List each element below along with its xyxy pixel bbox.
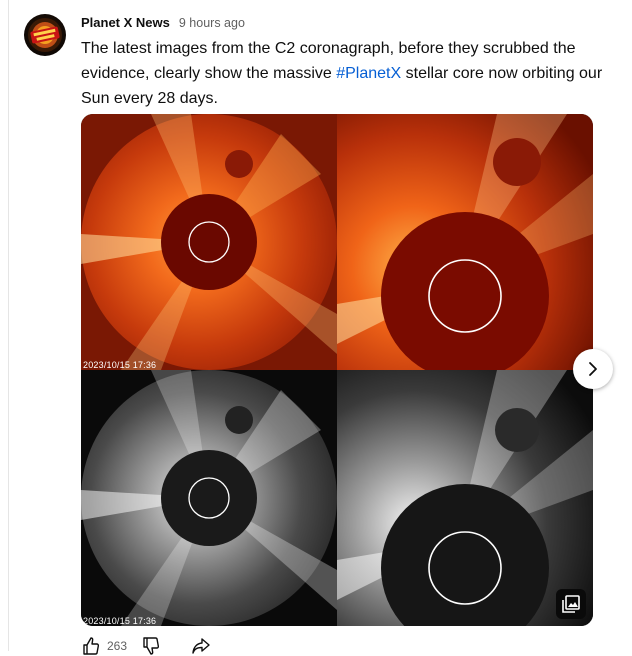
gallery-button[interactable] <box>556 589 586 619</box>
dislike-button[interactable] <box>141 636 161 656</box>
dislike-icon <box>143 637 160 655</box>
coronagraph-image-red-wide: 2023/10/15 17:36 <box>81 114 337 370</box>
like-button[interactable]: 263 <box>81 636 127 656</box>
chevron-right-icon <box>589 362 597 376</box>
post-timestamp[interactable]: 9 hours ago <box>179 16 245 30</box>
coronagraph-image-gray-wide: 2023/10/15 17:36 <box>81 370 337 626</box>
feed-divider <box>8 0 9 651</box>
post-header: Planet X News 9 hours ago <box>81 15 245 30</box>
image-timestamp: 2023/10/15 17:36 <box>83 616 157 626</box>
hashtag-link[interactable]: #PlanetX <box>336 65 401 82</box>
channel-avatar[interactable] <box>24 14 66 56</box>
post-body: The latest images from the C2 coronagrap… <box>81 36 621 111</box>
next-image-button[interactable] <box>573 349 613 389</box>
image-grid[interactable]: 2023/10/15 17:36 2023/10/15 17:36 <box>81 114 593 626</box>
gallery-icon <box>562 595 580 613</box>
coronagraph-image-red-zoom <box>337 114 593 370</box>
coronagraph-image-gray-zoom <box>337 370 593 626</box>
share-icon <box>192 638 210 654</box>
action-bar: 263 <box>81 636 211 656</box>
image-timestamp: 2023/10/15 17:36 <box>83 360 157 370</box>
planet-x-logo <box>28 18 62 52</box>
share-button[interactable] <box>191 636 211 656</box>
like-icon <box>83 637 100 655</box>
channel-name[interactable]: Planet X News <box>81 15 170 30</box>
